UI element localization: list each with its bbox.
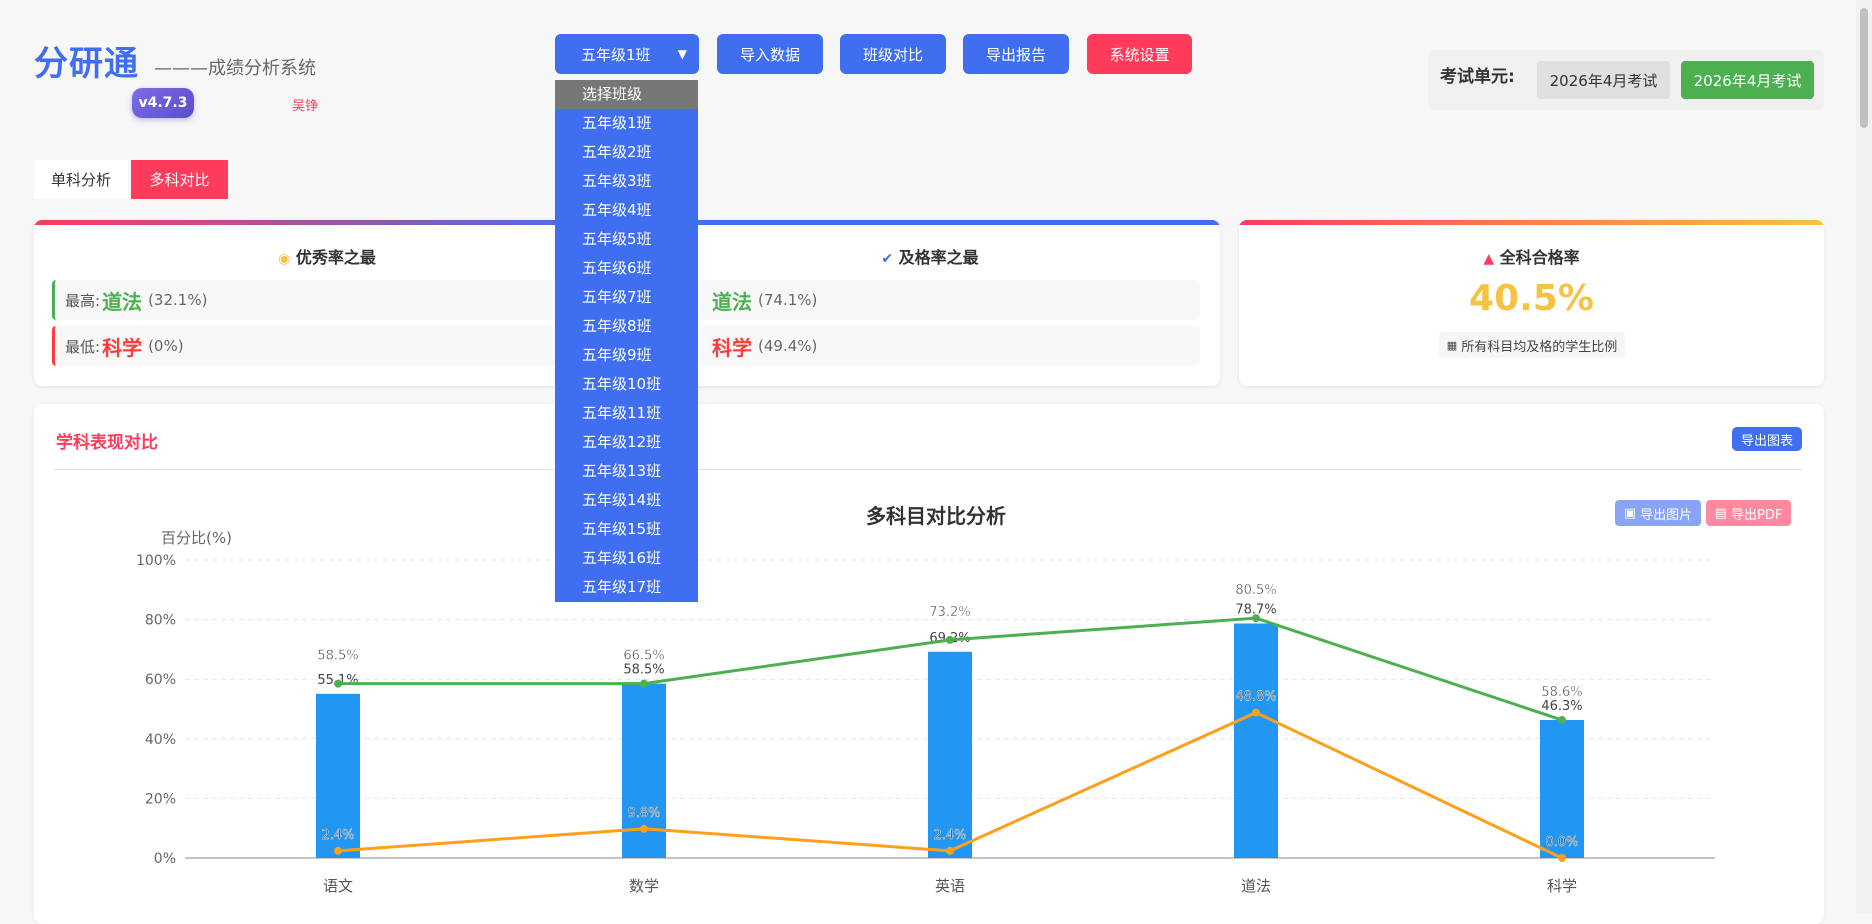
- chart-title: 多科目对比分析: [866, 504, 1006, 528]
- class-option[interactable]: 五年级15班: [555, 515, 698, 544]
- excellent-title-text: 优秀率之最: [295, 248, 376, 267]
- info-icon: ▦: [1446, 338, 1458, 352]
- class-option[interactable]: 五年级8班: [555, 312, 698, 341]
- class-option[interactable]: 五年级1班: [555, 109, 698, 138]
- class-option[interactable]: 五年级4班: [555, 196, 698, 225]
- class-option[interactable]: 五年级6班: [555, 254, 698, 283]
- tab-multi-subject[interactable]: 多科对比: [131, 160, 228, 199]
- class-option[interactable]: 五年级3班: [555, 167, 698, 196]
- card-accent-bar: [640, 220, 1220, 225]
- all-pass-card: ▲ 全科合格率 40.5% ▦ 所有科目均及格的学生比例: [1239, 220, 1824, 386]
- pass-low-subject: 科学: [712, 335, 752, 360]
- excellent-card-title: ◉ 优秀率之最: [34, 244, 620, 268]
- pass-card-title: ✔ 及格率之最: [640, 244, 1220, 268]
- all-pass-card-title: ▲ 全科合格率: [1239, 244, 1824, 268]
- check-circle-icon: ✔: [881, 251, 894, 267]
- class-compare-button[interactable]: 班级对比: [840, 34, 946, 74]
- class-select-value: 五年级1班: [581, 45, 651, 64]
- excellent-high-value: (32.1%): [148, 291, 208, 309]
- excellent-high-subject: 道法: [102, 289, 143, 314]
- exam-option-1[interactable]: 2026年4月考试: [1537, 61, 1670, 99]
- excellent-high-row: 最高: 道法 (32.1%): [52, 280, 612, 320]
- excellent-low-subject: 科学: [102, 335, 143, 360]
- panel-title: 学科表现对比: [56, 433, 158, 453]
- card-accent-bar: [34, 220, 620, 225]
- pass-low-row: 科学 (49.4%): [700, 326, 1200, 366]
- high-label: 最高:: [65, 291, 101, 310]
- excellent-rate-card: ◉ 优秀率之最 最高: 道法 (32.1%) 最低: 科学 (0%): [34, 220, 620, 386]
- medal-icon: ◉: [278, 251, 291, 267]
- class-dropdown-header: 选择班级: [555, 80, 698, 109]
- app-logo: 分研通: [34, 44, 139, 84]
- excellent-low-row: 最低: 科学 (0%): [52, 326, 612, 366]
- excellent-low-value: (0%): [148, 337, 184, 355]
- class-option[interactable]: 五年级13班: [555, 457, 698, 486]
- class-select[interactable]: 五年级1班 ▼: [555, 34, 699, 74]
- subject-comparison-panel: [34, 404, 1824, 924]
- card-accent-bar: [1239, 220, 1824, 225]
- class-option[interactable]: 五年级17班: [555, 573, 698, 602]
- scrollbar-thumb[interactable]: [1860, 8, 1868, 128]
- export-image-button[interactable]: ▣ 导出图片: [1615, 500, 1701, 526]
- image-icon: ▣: [1623, 505, 1637, 521]
- version-badge: v4.7.3: [132, 88, 194, 118]
- class-option[interactable]: 五年级10班: [555, 370, 698, 399]
- exam-unit-label: 考试单元:: [1440, 67, 1515, 87]
- author-name: 吴铮: [292, 99, 319, 114]
- class-option[interactable]: 五年级14班: [555, 486, 698, 515]
- class-option[interactable]: 五年级16班: [555, 544, 698, 573]
- pass-title-text: 及格率之最: [898, 248, 979, 267]
- app-subtitle: ———成绩分析系统: [154, 58, 316, 79]
- pass-high-row: 道法 (74.1%): [700, 280, 1200, 320]
- scrollbar[interactable]: [1856, 0, 1872, 914]
- class-option[interactable]: 五年级9班: [555, 341, 698, 370]
- chevron-down-icon: ▼: [677, 47, 687, 61]
- class-option[interactable]: 五年级7班: [555, 283, 698, 312]
- all-pass-note-text: 所有科目均及格的学生比例: [1461, 339, 1618, 355]
- pass-rate-card: ✔ 及格率之最 道法 (74.1%) 科学 (49.4%): [640, 220, 1220, 386]
- export-pdf-label: 导出PDF: [1730, 507, 1783, 523]
- export-pdf-button[interactable]: ▤ 导出PDF: [1706, 500, 1791, 526]
- all-pass-value: 40.5%: [1469, 278, 1594, 319]
- pdf-icon: ▤: [1714, 505, 1727, 521]
- low-label: 最低:: [65, 337, 101, 356]
- graduation-cap-icon: ▲: [1483, 251, 1495, 267]
- class-option[interactable]: 五年级11班: [555, 399, 698, 428]
- class-option[interactable]: 五年级2班: [555, 138, 698, 167]
- class-dropdown: 选择班级 五年级1班 五年级2班 五年级3班 五年级4班 五年级5班 五年级6班 五年级7班五…: [555, 80, 698, 602]
- class-option[interactable]: 五年级12班: [555, 428, 698, 457]
- export-chart-button[interactable]: 导出图表: [1732, 427, 1802, 451]
- class-option[interactable]: 五年级5班: [555, 225, 698, 254]
- import-data-button[interactable]: 导入数据: [717, 34, 823, 74]
- all-pass-note: ▦ 所有科目均及格的学生比例: [1439, 332, 1625, 358]
- system-settings-button[interactable]: 系统设置: [1087, 34, 1192, 74]
- pass-low-value: (49.4%): [758, 337, 818, 355]
- pass-high-value: (74.1%): [758, 291, 818, 309]
- all-pass-title-text: 全科合格率: [1499, 248, 1580, 267]
- exam-option-2[interactable]: 2026年4月考试: [1681, 61, 1814, 99]
- export-image-label: 导出图片: [1640, 507, 1693, 523]
- pass-high-subject: 道法: [712, 289, 752, 314]
- export-report-button[interactable]: 导出报告: [963, 34, 1069, 74]
- divider: [54, 469, 1802, 470]
- tab-single-subject[interactable]: 单科分析: [34, 160, 128, 199]
